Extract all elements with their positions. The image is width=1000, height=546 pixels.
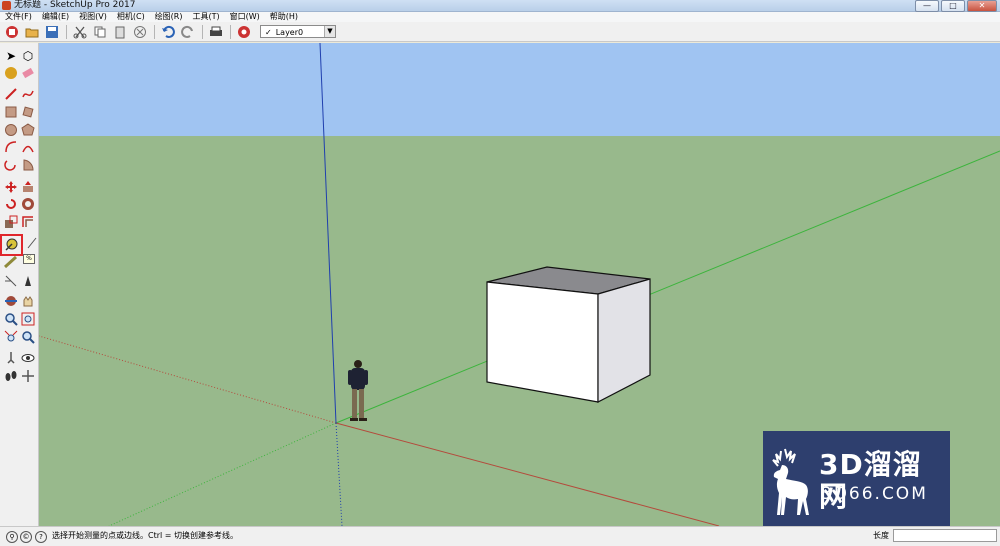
layer-dropdown[interactable]: ✓ Layer0 ▼ [260, 25, 336, 38]
rectangle-tool-icon[interactable] [3, 105, 19, 121]
box-front-face [486, 281, 599, 403]
toolbar-separator [66, 24, 67, 39]
polygon-tool-icon[interactable] [20, 123, 36, 139]
two-point-arc-icon[interactable] [20, 140, 36, 156]
chevron-down-icon[interactable]: ▼ [324, 26, 335, 37]
zoom-tool-icon[interactable] [3, 312, 19, 328]
tape-measure-tool-icon[interactable] [0, 234, 23, 256]
rotate-tool-icon[interactable] [3, 197, 19, 213]
print-icon[interactable] [208, 24, 224, 40]
arc-tool-icon[interactable] [3, 140, 19, 156]
measurements-input[interactable] [893, 529, 997, 542]
window-controls: — □ ✕ [915, 0, 997, 12]
toolbar-separator [202, 24, 203, 39]
title-bar: 无标题 - SketchUp Pro 2017 — □ ✕ [0, 0, 1000, 12]
move-tool-icon[interactable] [3, 180, 19, 196]
toolbar-separator [154, 24, 155, 39]
maximize-button[interactable]: □ [941, 0, 965, 12]
zoom-extents-icon[interactable] [3, 330, 19, 346]
save-icon[interactable] [44, 24, 60, 40]
paint-bucket-icon[interactable] [3, 66, 19, 82]
circle-tool-icon[interactable] [3, 123, 19, 139]
deer-logo-icon [772, 448, 809, 515]
erase-icon[interactable] [132, 24, 148, 40]
credits-icon[interactable]: © [20, 531, 32, 543]
scale-tool-icon[interactable] [3, 215, 19, 231]
tooltip-popup: % [23, 254, 35, 264]
redo-icon[interactable] [180, 24, 196, 40]
eraser-icon[interactable] [20, 66, 36, 82]
orbit-tool-icon[interactable] [3, 294, 19, 310]
walk-tool-icon[interactable] [3, 369, 19, 385]
dimension-tool-icon[interactable] [24, 236, 40, 252]
close-button[interactable]: ✕ [967, 0, 997, 12]
menu-draw[interactable]: 绘图(R) [150, 12, 188, 22]
protractor-tool-icon[interactable] [3, 255, 19, 271]
sky [39, 43, 1000, 136]
model-info-icon[interactable] [236, 24, 252, 40]
menu-bar: 文件(F) 编辑(E) 视图(V) 相机(C) 绘图(R) 工具(T) 窗口(W… [0, 12, 1000, 22]
position-camera-icon[interactable] [3, 351, 19, 367]
status-bar: ⚲ © ? 选择开始测量的点或边线。Ctrl = 切换创建参考线。 长度 [0, 526, 1000, 546]
menu-edit[interactable]: 编辑(E) [37, 12, 74, 22]
menu-view[interactable]: 视图(V) [74, 12, 112, 22]
component-tool-icon[interactable]: ⬡ [20, 48, 36, 64]
tool-palette: ➤ ⬡ % [0, 43, 39, 526]
open-folder-icon[interactable] [24, 24, 40, 40]
sketchup-app-icon [2, 1, 11, 10]
offset-tool-icon[interactable] [20, 215, 36, 231]
copy-icon[interactable] [92, 24, 108, 40]
main-toolbar: ✓ Layer0 ▼ [0, 22, 1000, 42]
zoom-window-icon[interactable] [20, 312, 36, 328]
rotated-rectangle-icon[interactable] [20, 105, 36, 121]
section-plane-icon[interactable] [20, 369, 36, 385]
layer-check-icon: ✓ [265, 28, 272, 37]
menu-tools[interactable]: 工具(T) [188, 12, 225, 22]
undo-icon[interactable] [160, 24, 176, 40]
menu-camera[interactable]: 相机(C) [112, 12, 150, 22]
freehand-tool-icon[interactable] [20, 87, 36, 103]
box-model[interactable] [486, 266, 651, 403]
menu-file[interactable]: 文件(F) [0, 12, 37, 22]
select-tool-icon[interactable]: ➤ [3, 48, 19, 64]
follow-me-icon[interactable] [20, 197, 36, 213]
layer-dropdown-value: Layer0 [275, 28, 304, 37]
measurements-label: 长度 [873, 531, 889, 540]
axes-tool-icon[interactable] [3, 274, 19, 290]
3d-text-icon[interactable] [20, 274, 36, 290]
paste-icon[interactable] [112, 24, 128, 40]
minimize-button[interactable]: — [915, 0, 939, 12]
previous-view-icon[interactable] [20, 330, 36, 346]
new-file-icon[interactable] [4, 24, 20, 40]
cut-icon[interactable] [72, 24, 88, 40]
three-point-arc-icon[interactable] [3, 158, 19, 174]
toolbar-separator [230, 24, 231, 39]
look-around-icon[interactable] [20, 351, 36, 367]
menu-window[interactable]: 窗口(W) [225, 12, 265, 22]
window-title: 无标题 - SketchUp Pro 2017 [14, 0, 136, 10]
menu-help[interactable]: 帮助(H) [265, 12, 303, 22]
pie-tool-icon[interactable] [20, 158, 36, 174]
geo-location-icon[interactable]: ⚲ [6, 531, 18, 543]
watermark-subtitle: 3D66.COM [821, 484, 928, 504]
status-hint: 选择开始测量的点或边线。Ctrl = 切换创建参考线。 [52, 531, 239, 540]
push-pull-icon[interactable] [20, 180, 36, 196]
help-info-icon[interactable]: ? [35, 531, 47, 543]
watermark: 3D溜溜网 3D66.COM [763, 431, 950, 527]
pan-tool-icon[interactable] [20, 294, 36, 310]
line-tool-icon[interactable] [3, 87, 19, 103]
